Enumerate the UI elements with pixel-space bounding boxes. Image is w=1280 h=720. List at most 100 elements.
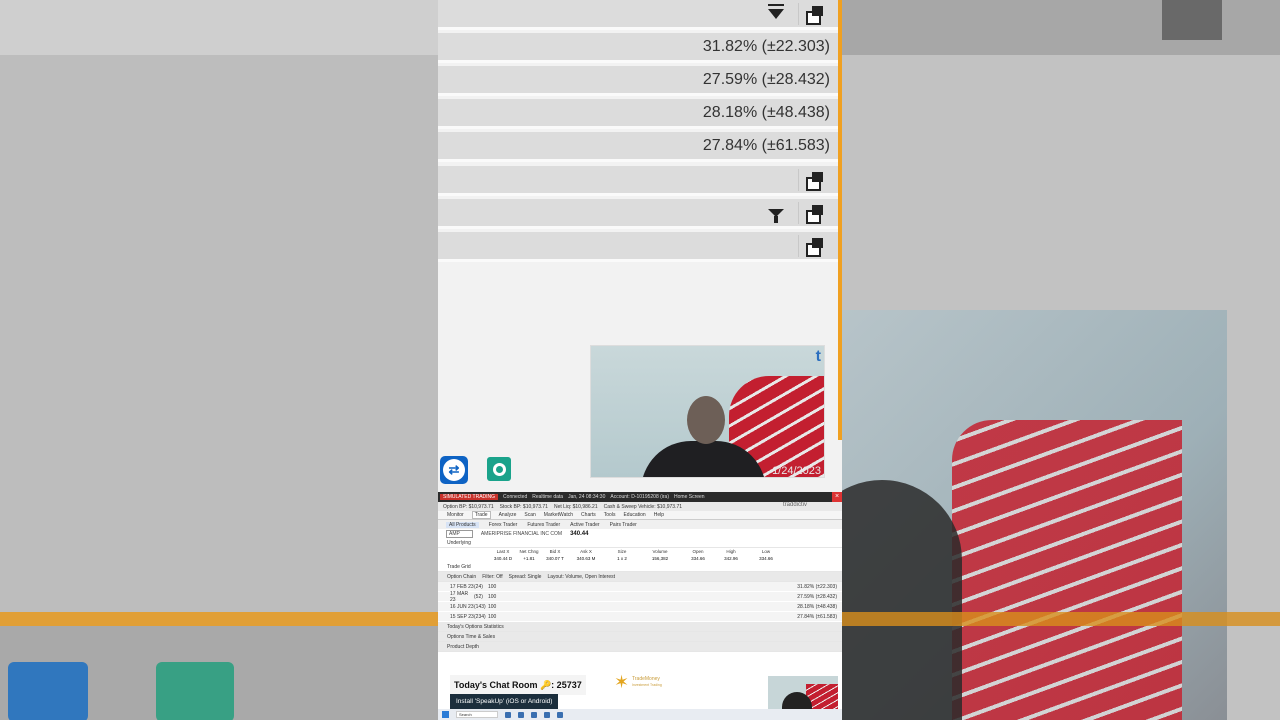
- value-bid: 340.07 T: [546, 556, 564, 561]
- windows-start-icon[interactable]: [442, 711, 449, 718]
- option-chain-header[interactable]: Option Chain Filter: Off Spread: Single …: [438, 572, 842, 582]
- popout-icon[interactable]: [798, 234, 830, 257]
- expiration-date: 17 FEB 23: [450, 583, 474, 590]
- filter-setting[interactable]: Filter: Off: [482, 574, 502, 580]
- datetime: Jan, 24 08:34:30: [568, 494, 606, 500]
- symbol-input[interactable]: AMP: [446, 529, 473, 538]
- realtime-status: Realtime data: [532, 494, 564, 500]
- iv-value: 27.59% (±28.432): [702, 70, 830, 88]
- popout-icon[interactable]: [798, 201, 830, 224]
- value-open: 334.66: [691, 556, 705, 561]
- header-ask: Ask X: [580, 549, 592, 554]
- value-ask: 340.63 M: [576, 556, 596, 561]
- tab-scan[interactable]: Scan: [524, 512, 535, 518]
- value-low: 334.66: [759, 556, 773, 561]
- option-bp: Option BP: $10,973.71: [443, 503, 494, 510]
- zoomed-row-header: [438, 0, 838, 30]
- account-id[interactable]: Account: D-10195208 (ira): [610, 494, 669, 500]
- tab-marketwatch[interactable]: MarketWatch: [544, 512, 573, 518]
- taskbar-app-icon[interactable]: [557, 711, 563, 718]
- zoomed-section-row: [438, 199, 838, 229]
- stock-bp: Stock BP: $10,973.71: [499, 503, 548, 510]
- taskbar-app-icon[interactable]: [531, 711, 537, 718]
- screenshare-icon-blurred: [156, 662, 234, 720]
- dropdown-triangle-icon[interactable]: [760, 3, 792, 25]
- layout-setting[interactable]: Layout: Volume, Open Interest: [547, 574, 615, 580]
- taskbar-app-icon[interactable]: [518, 711, 524, 718]
- value-volume: 156,382: [651, 556, 669, 561]
- subtab-pairs[interactable]: Pairs Trader: [610, 522, 637, 528]
- net-liq: Net Liq: $10,986.21: [553, 503, 598, 510]
- multiplier: 100: [488, 593, 497, 600]
- header-high: High: [726, 549, 736, 554]
- header-net-chng: Net Chng: [519, 549, 539, 554]
- trade-grid-label: Trade Grid: [447, 563, 471, 570]
- zoomed-section-row: [438, 166, 838, 196]
- zoomed-section-row: [438, 232, 838, 262]
- value-last: 340.44 D: [493, 556, 513, 561]
- close-icon[interactable]: ×: [832, 492, 842, 502]
- connection-status: Connected: [503, 494, 528, 500]
- expiration-row[interactable]: 17 FEB 23 (24) 100 31.82% (±22.303): [438, 582, 842, 592]
- simulated-trading-badge: SIMULATED TRADING: [440, 494, 499, 500]
- taskbar-search[interactable]: Search: [456, 711, 498, 718]
- last-price: 340.44: [570, 530, 589, 537]
- taskbar-app-icon[interactable]: [544, 711, 550, 718]
- expiration-row[interactable]: 15 SEP 23 (234) 100 27.84% (±61.583): [438, 612, 842, 622]
- webcam-date: 1/24/2023: [772, 465, 821, 477]
- spread-setting[interactable]: Spread: Single: [509, 574, 542, 580]
- underlying-section[interactable]: Underlying: [438, 538, 842, 548]
- main-content-column: 31.82% (±22.303) 27.59% (±28.432) 28.18%…: [438, 0, 842, 720]
- home-screen-button[interactable]: Home Screen: [674, 494, 705, 500]
- logo-title: TradeMoney: [632, 676, 660, 682]
- options-time-sales-section[interactable]: Options Time & Sales: [438, 632, 842, 642]
- blurred-background-right: [842, 0, 1280, 720]
- section-label: Today's Options Statistics: [447, 623, 504, 630]
- header-low: Low: [761, 549, 771, 554]
- tab-tools[interactable]: Tools: [604, 512, 616, 518]
- windows-taskbar: Search: [438, 709, 842, 720]
- implied-volatility: 31.82% (±22.303): [797, 583, 837, 590]
- implied-volatility: 28.18% (±48.438): [797, 603, 837, 610]
- teamviewer-icon-blurred: [8, 662, 88, 720]
- zoomed-iv-row: 31.82% (±22.303): [438, 33, 838, 63]
- popout-icon[interactable]: [798, 2, 830, 25]
- subtab-futures[interactable]: Futures Trader: [527, 522, 560, 528]
- value-high: 342.96: [724, 556, 738, 561]
- screenshare-icon[interactable]: [487, 457, 511, 481]
- subtab-all-products[interactable]: All Products: [446, 521, 479, 528]
- blurred-background-left: [0, 0, 438, 720]
- star-logo-icon: ✶: [614, 672, 630, 692]
- underlying-values: 340.44 D +1.81 340.07 T 340.63 M 1 x 2 1…: [438, 555, 842, 562]
- webcam-feed: t 1/24/2023: [590, 345, 825, 478]
- product-depth-section[interactable]: Product Depth: [438, 642, 842, 652]
- tab-analyze[interactable]: Analyze: [499, 512, 517, 518]
- value-net-chng: +1.81: [523, 556, 535, 561]
- cash-sweep: Cash & Sweep Vehicle: $10,973.71: [603, 503, 683, 510]
- tab-charts[interactable]: Charts: [581, 512, 596, 518]
- tab-trade[interactable]: Trade: [471, 511, 491, 519]
- multiplier: 100: [488, 613, 497, 620]
- tab-monitor[interactable]: Monitor: [447, 512, 464, 518]
- brand-watermark: traddictiv: [783, 502, 808, 508]
- zoomed-iv-row: 28.18% (±48.438): [438, 99, 838, 129]
- expiration-row[interactable]: 17 MAR 23 (52) 100 27.59% (±28.432): [438, 591, 842, 603]
- popout-icon[interactable]: [798, 168, 830, 191]
- zoomed-iv-row: 27.59% (±28.432): [438, 66, 838, 96]
- funnel-filter-icon[interactable]: [760, 202, 792, 224]
- subtab-forex[interactable]: Forex Trader: [489, 522, 518, 528]
- subtab-active[interactable]: Active Trader: [570, 522, 599, 528]
- days-to-expiry: (24): [474, 583, 483, 590]
- tab-help[interactable]: Help: [654, 512, 664, 518]
- brand-logo-icon: t: [815, 348, 821, 365]
- company-name: AMERIPRISE FINANCIAL INC COM: [480, 530, 563, 537]
- implied-volatility: 27.59% (±28.432): [797, 593, 837, 600]
- taskbar-app-icon[interactable]: [505, 711, 511, 718]
- expiration-row[interactable]: 16 JUN 23 (143) 100 28.18% (±48.438): [438, 602, 842, 612]
- tab-education[interactable]: Education: [623, 512, 645, 518]
- teamviewer-icon[interactable]: ⇄: [440, 456, 468, 484]
- trade-grid-section[interactable]: Trade Grid: [438, 562, 842, 572]
- options-statistics-section[interactable]: Today's Options Statistics: [438, 622, 842, 632]
- section-label: Options Time & Sales: [447, 633, 496, 640]
- header-volume: Volume: [652, 549, 668, 554]
